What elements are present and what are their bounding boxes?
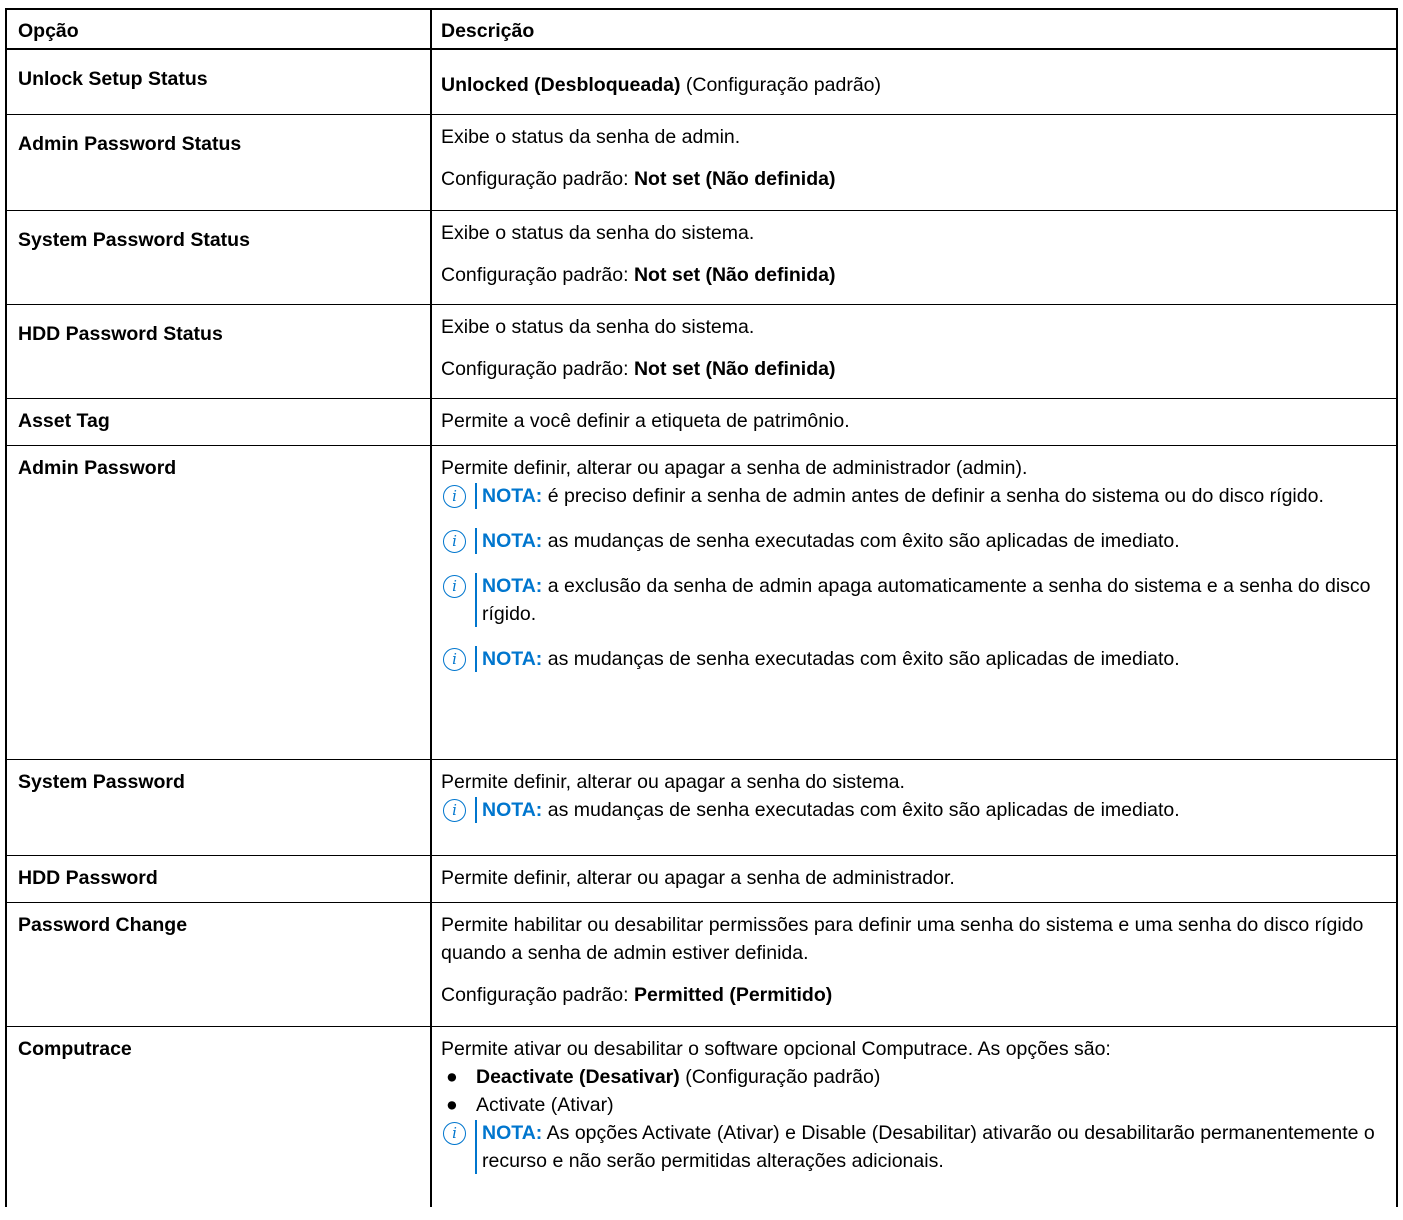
description-text: Permite ativar ou desabilitar o software… — [441, 1037, 1111, 1060]
table-row: Admin Password Status Exibe o status da … — [5, 114, 1398, 211]
option-description: Exibe o status da senha do sistema. Conf… — [430, 304, 1398, 399]
option-name: Password Change — [5, 902, 432, 1027]
note-label: NOTA: — [482, 798, 543, 821]
option-name: Unlock Setup Status — [5, 49, 432, 115]
table-header-row: Opção Descrição — [5, 8, 1398, 50]
option-description: Permite a você definir a etiqueta de pat… — [430, 398, 1398, 446]
description-text: Exibe o status da senha do sistema. — [441, 221, 755, 244]
option-name: Computrace — [5, 1026, 432, 1207]
note-bar — [475, 796, 477, 823]
table-row: Admin Password Permite definir, alterar … — [5, 445, 1398, 760]
note-bar — [475, 572, 477, 627]
column-header-option: Opção — [5, 8, 432, 50]
table-row: HDD Password Status Exibe o status da se… — [5, 304, 1398, 399]
default-value: Not set (Não definida) — [633, 263, 836, 286]
description-text: Exibe o status da senha do sistema. — [441, 315, 755, 338]
table-row: Asset Tag Permite a você definir a etiqu… — [5, 398, 1398, 446]
option-name: System Password Status — [5, 210, 432, 305]
bullet-icon: ● — [446, 1093, 458, 1116]
option-value: Activate (Ativar) — [476, 1093, 614, 1116]
description-text: Permite definir, alterar ou apagar a sen… — [441, 456, 1028, 479]
info-icon: i — [443, 1121, 466, 1145]
default-prefix: Configuração padrão: — [441, 167, 629, 190]
option-name: Admin Password Status — [5, 114, 432, 211]
option-description: Unlocked (Desbloqueada) (Configuração pa… — [430, 49, 1398, 115]
option-description: Permite ativar ou desabilitar o software… — [430, 1026, 1398, 1207]
option-value: Deactivate (Desativar) — [476, 1065, 680, 1088]
note-text: as mudanças de senha executadas com êxit… — [547, 647, 1180, 670]
default-value: Not set (Não definida) — [633, 357, 836, 380]
option-description: Exibe o status da senha do sistema. Conf… — [430, 210, 1398, 305]
note: i NOTA: as mudanças de senha executadas … — [441, 796, 1388, 824]
option-name: Admin Password — [5, 445, 432, 760]
note: i NOTA: As opções Activate (Ativar) e Di… — [441, 1119, 1388, 1175]
note-text: a exclusão da senha de admin apaga autom… — [482, 574, 1371, 625]
note-text: as mudanças de senha executadas com êxit… — [547, 529, 1180, 552]
column-header-description: Descrição — [430, 8, 1398, 50]
note: i NOTA: as mudanças de senha executadas … — [441, 645, 1388, 673]
option-name: Asset Tag — [5, 398, 432, 446]
default-value: Permitted (Permitido) — [633, 983, 833, 1006]
list-item: ● Deactivate (Desativar) (Configuração pa… — [441, 1063, 1388, 1091]
note: i NOTA: é preciso definir a senha de adm… — [441, 482, 1388, 510]
bullet-icon: ● — [446, 1065, 458, 1088]
default-prefix: Configuração padrão: — [441, 263, 629, 286]
options-list: ● Deactivate (Desativar) (Configuração pa… — [441, 1063, 1388, 1119]
default-suffix: (Configuração padrão) — [680, 74, 882, 96]
note-text: as mudanças de senha executadas com êxit… — [547, 798, 1180, 821]
note-label: NOTA: — [482, 484, 543, 507]
note: i NOTA: a exclusão da senha de admin apa… — [441, 572, 1388, 628]
option-description: Permite habilitar ou desabilitar permiss… — [430, 902, 1398, 1027]
list-item: ● Activate (Ativar) — [441, 1091, 1388, 1119]
note-label: NOTA: — [482, 647, 543, 670]
table-row: Unlock Setup Status Unlocked (Desbloquea… — [5, 49, 1398, 115]
note-text: é preciso definir a senha de admin antes… — [547, 484, 1324, 507]
info-icon: i — [443, 574, 466, 598]
default-prefix: Configuração padrão: — [441, 357, 629, 380]
note-bar — [475, 527, 477, 554]
option-description: Permite definir, alterar ou apagar a sen… — [430, 855, 1398, 903]
option-description: Permite definir, alterar ou apagar a sen… — [430, 445, 1398, 760]
table-row: System Password Status Exibe o status da… — [5, 210, 1398, 305]
note: i NOTA: as mudanças de senha executadas … — [441, 527, 1388, 555]
note-label: NOTA: — [482, 529, 543, 552]
info-icon: i — [443, 484, 466, 508]
note-text: As opções Activate (Ativar) e Disable (D… — [482, 1121, 1375, 1172]
default-value: Not set (Não definida) — [633, 167, 836, 190]
table-row: System Password Permite definir, alterar… — [5, 759, 1398, 856]
info-icon: i — [443, 529, 466, 553]
table-row: Computrace Permite ativar ou desabilitar… — [5, 1026, 1398, 1207]
info-icon: i — [443, 647, 466, 671]
info-icon: i — [443, 798, 466, 822]
option-name: HDD Password — [5, 855, 432, 903]
note-bar — [475, 645, 477, 672]
description-text: Exibe o status da senha de admin. — [441, 125, 741, 148]
table-row: Password Change Permite habilitar ou des… — [5, 902, 1398, 1027]
option-name: HDD Password Status — [5, 304, 432, 399]
default-value: Unlocked (Desbloqueada) — [441, 74, 681, 96]
description-text: Permite habilitar ou desabilitar permiss… — [441, 913, 1364, 964]
table-row: HDD Password Permite definir, alterar ou… — [5, 855, 1398, 903]
note-bar — [475, 1119, 477, 1174]
option-suffix: (Configuração padrão) — [679, 1065, 881, 1088]
description-text: Permite definir, alterar ou apagar a sen… — [441, 770, 905, 793]
option-description: Exibe o status da senha de admin. Config… — [430, 114, 1398, 211]
option-name: System Password — [5, 759, 432, 856]
options-table: Opção Descrição Unlock Setup Status Unlo… — [5, 8, 1398, 1207]
note-label: NOTA: — [482, 574, 543, 597]
option-description: Permite definir, alterar ou apagar a sen… — [430, 759, 1398, 856]
default-prefix: Configuração padrão: — [441, 983, 629, 1006]
note-label: NOTA: — [482, 1121, 543, 1144]
note-bar — [475, 482, 477, 509]
